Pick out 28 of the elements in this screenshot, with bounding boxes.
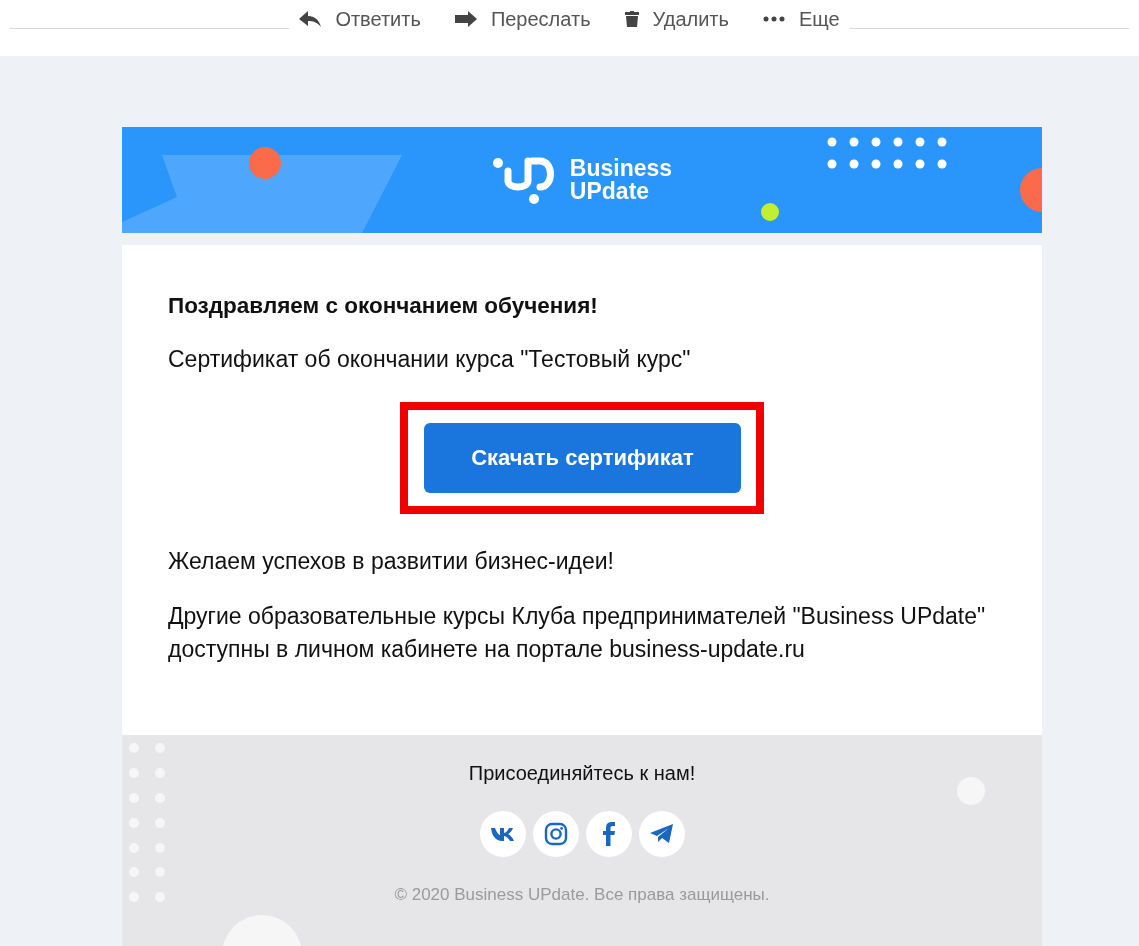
vk-icon xyxy=(490,827,515,841)
facebook-icon xyxy=(602,822,615,846)
download-button[interactable]: Скачать сертификат xyxy=(424,423,741,493)
dots-icon xyxy=(762,16,785,22)
email-text: Другие образовательные курсы Клуба предпринимателей "Business UPdate" доступны в личном кабинете на портале business-update.ru xyxy=(168,602,987,664)
toolbar-button[interactable]: Удалить xyxy=(624,7,729,31)
email-text: Желаем успехов в развитии бизнес-идеи! xyxy=(168,547,615,576)
copyright-text: © 2020 Business UPdate. Все права защищены. xyxy=(394,885,770,905)
reply-arrow-icon xyxy=(299,11,322,27)
toolbar-button[interactable]: Ответить xyxy=(299,7,421,31)
instagram-icon xyxy=(543,822,568,846)
email-heading: Поздравляем с окончанием обучения! xyxy=(168,293,599,319)
social-link[interactable] xyxy=(585,811,632,857)
toolbar-button[interactable]: Переслать xyxy=(454,7,591,31)
circle-decoration xyxy=(761,203,779,221)
social-link[interactable] xyxy=(638,811,685,857)
forward-arrow-icon xyxy=(454,11,477,27)
brand-name: Business xyxy=(569,157,673,180)
social-link[interactable] xyxy=(532,811,579,857)
paper-plane-icon xyxy=(649,824,674,844)
brand-name: UPdate xyxy=(569,180,651,203)
social-link[interactable] xyxy=(479,811,526,857)
email-text: Сертификат об окончании курса "Тестовый курс" xyxy=(168,345,692,374)
toolbar-button[interactable]: Еще xyxy=(762,7,840,31)
join-text: Присоединяйтесь к нам! xyxy=(468,762,696,785)
trash-icon xyxy=(624,11,639,27)
circle-decoration xyxy=(249,147,281,179)
circle-decoration xyxy=(1020,168,1042,212)
